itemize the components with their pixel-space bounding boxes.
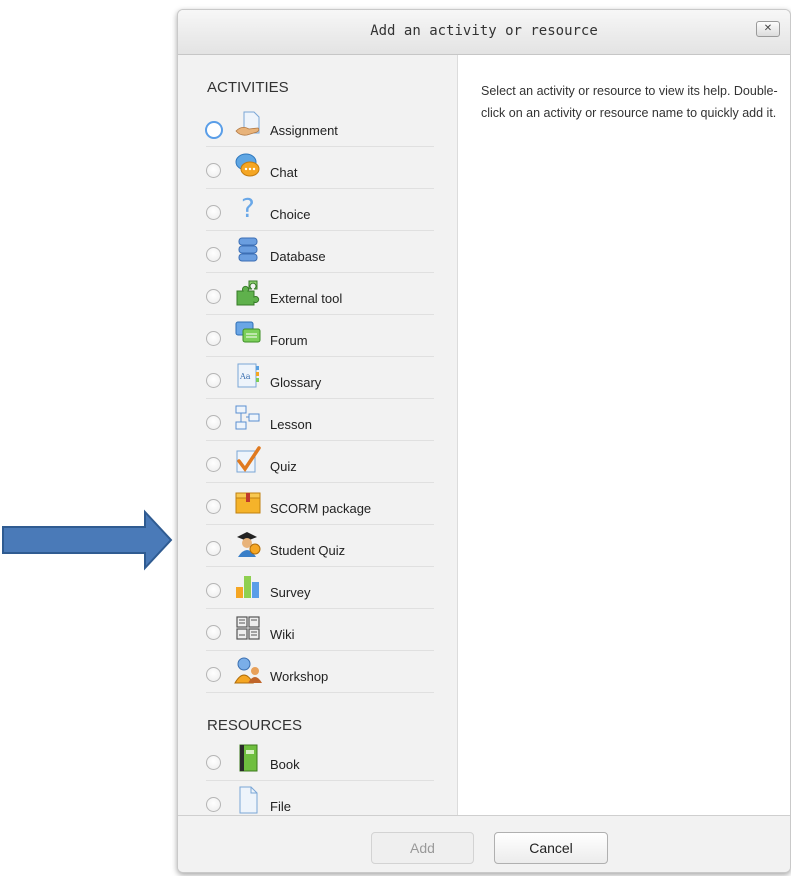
option-label: Glossary <box>270 375 322 390</box>
survey-icon <box>236 576 259 598</box>
option-wiki[interactable]: Wiki <box>206 608 434 651</box>
radio-button[interactable] <box>206 797 221 812</box>
option-book[interactable]: Book <box>206 738 434 781</box>
radio-button[interactable] <box>206 755 221 770</box>
option-glossary[interactable]: Aa Glossary <box>206 356 434 399</box>
option-label: Chat <box>270 165 298 180</box>
option-label: Database <box>270 249 326 264</box>
lesson-icon <box>235 405 260 430</box>
radio-button[interactable] <box>206 499 221 514</box>
option-workshop[interactable]: Workshop <box>206 650 434 693</box>
help-pane: Select an activity or resource to view i… <box>457 55 790 815</box>
database-icon <box>238 237 258 262</box>
radio-button[interactable] <box>206 205 221 220</box>
option-quiz[interactable]: Quiz <box>206 440 434 483</box>
chat-icon <box>235 153 260 177</box>
radio-button[interactable] <box>206 583 221 598</box>
option-label: Book <box>270 757 300 772</box>
option-label: Forum <box>270 333 308 348</box>
student-quiz-icon <box>237 532 261 557</box>
svg-text:Aa: Aa <box>239 372 251 381</box>
dialog-titlebar: Add an activity or resource ✕ <box>178 10 790 55</box>
resources-header: RESOURCES <box>207 717 303 734</box>
add-button[interactable]: Add <box>371 832 474 864</box>
option-label: Assignment <box>270 123 338 138</box>
glossary-icon: Aa <box>237 363 259 388</box>
quiz-icon <box>236 446 261 473</box>
radio-button[interactable] <box>206 163 221 178</box>
workshop-icon <box>234 657 262 684</box>
radio-button[interactable] <box>206 541 221 556</box>
option-label: Wiki <box>270 627 295 642</box>
activity-list-pane[interactable]: ACTIVITIES Assignment Chat ? Choice Data… <box>178 55 456 815</box>
file-icon <box>239 786 258 814</box>
option-label: File <box>270 799 291 814</box>
choice-icon: ? <box>241 194 255 223</box>
option-label: Quiz <box>270 459 297 474</box>
option-student-quiz[interactable]: Student Quiz <box>206 524 434 567</box>
help-text: Select an activity or resource to view i… <box>481 84 778 120</box>
add-activity-dialog: Add an activity or resource ✕ ACTIVITIES… <box>177 9 791 873</box>
book-icon <box>239 744 258 772</box>
radio-button[interactable] <box>206 457 221 472</box>
option-file[interactable]: File <box>206 780 434 815</box>
assignment-icon <box>235 111 260 136</box>
option-survey[interactable]: Survey <box>206 566 434 609</box>
radio-button[interactable] <box>206 331 221 346</box>
option-label: SCORM package <box>270 501 372 516</box>
svg-text:?: ? <box>241 194 255 223</box>
option-label: Survey <box>270 585 311 600</box>
option-database[interactable]: Database <box>206 230 434 273</box>
dialog-title: Add an activity or resource <box>370 23 598 39</box>
dialog-footer: Add Cancel <box>178 815 790 872</box>
option-label: Workshop <box>270 669 329 684</box>
wiki-icon <box>236 616 260 640</box>
radio-button[interactable] <box>206 667 221 682</box>
option-label: Student Quiz <box>270 543 346 558</box>
radio-button[interactable] <box>206 373 221 388</box>
option-label: Lesson <box>270 417 312 432</box>
annotation-arrow <box>2 509 173 571</box>
radio-button[interactable] <box>206 289 221 304</box>
external-tool-icon <box>236 280 260 306</box>
radio-button[interactable] <box>206 415 221 430</box>
option-choice[interactable]: ? Choice <box>206 188 434 231</box>
radio-button[interactable] <box>205 121 223 139</box>
scorm-package-icon <box>235 492 261 514</box>
option-label: External tool <box>270 291 343 306</box>
close-icon: ✕ <box>763 23 773 34</box>
activities-header: ACTIVITIES <box>207 79 289 96</box>
option-lesson[interactable]: Lesson <box>206 398 434 441</box>
option-chat[interactable]: Chat <box>206 146 434 189</box>
option-scorm-package[interactable]: SCORM package <box>206 482 434 525</box>
cancel-button[interactable]: Cancel <box>494 832 608 864</box>
option-label: Choice <box>270 207 311 222</box>
radio-button[interactable] <box>206 247 221 262</box>
radio-button[interactable] <box>206 625 221 640</box>
close-button[interactable]: ✕ <box>756 21 780 37</box>
option-external-tool[interactable]: External tool <box>206 272 434 315</box>
forum-icon <box>235 321 261 343</box>
option-assignment[interactable]: Assignment <box>205 104 434 147</box>
option-forum[interactable]: Forum <box>206 314 434 357</box>
